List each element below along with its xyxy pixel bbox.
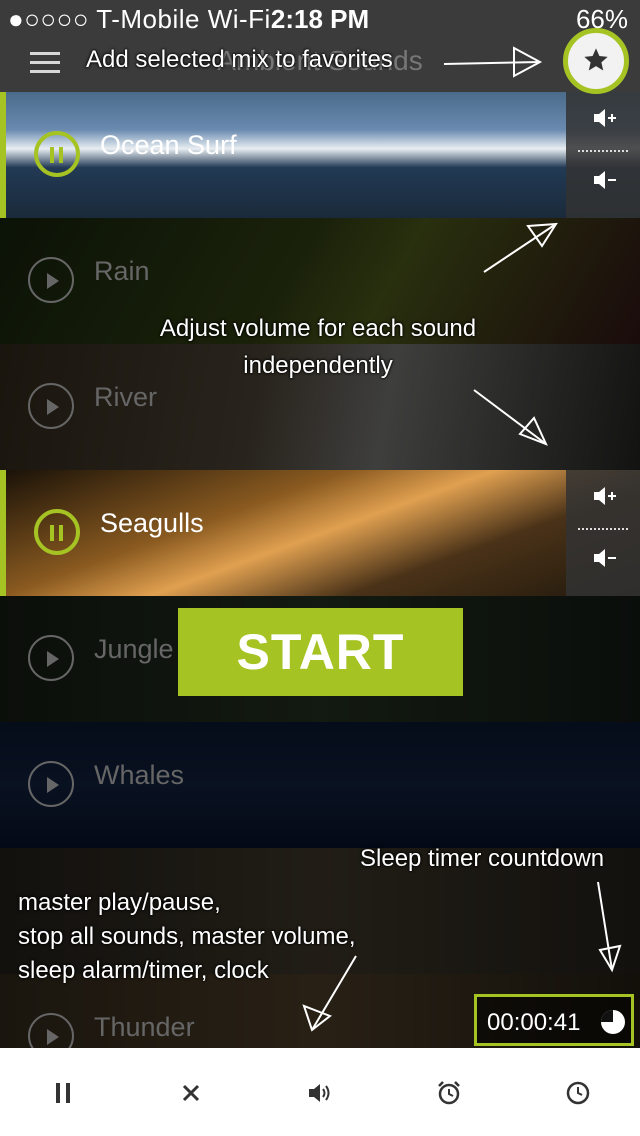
- sleep-timer[interactable]: 00:00:41: [474, 994, 634, 1046]
- volume-icon[interactable]: [305, 1078, 335, 1108]
- annotation-arrows: [302, 46, 622, 1032]
- bottom-toolbar: [0, 1048, 640, 1136]
- alarm-icon[interactable]: [434, 1078, 464, 1108]
- stop-icon[interactable]: [176, 1078, 206, 1108]
- clock-icon[interactable]: [563, 1078, 593, 1108]
- timer-pie-icon: [601, 1010, 625, 1034]
- timer-value: 00:00:41: [487, 1009, 581, 1036]
- pause-icon[interactable]: [48, 1078, 78, 1108]
